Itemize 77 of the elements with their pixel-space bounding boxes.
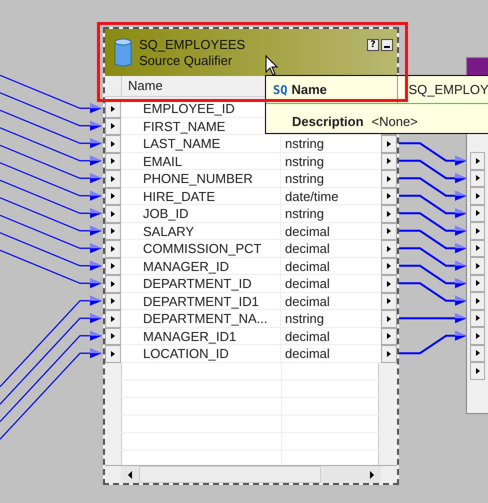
port-button[interactable]	[470, 327, 485, 344]
datatype-cell: decimal	[281, 222, 381, 240]
port-button[interactable]	[381, 258, 397, 275]
horizontal-scrollbar[interactable]	[121, 465, 381, 483]
field-name-cell: EMAIL	[121, 152, 281, 170]
sq-icon: SQ	[266, 82, 292, 96]
port-button[interactable]	[105, 345, 121, 362]
datatype-cell: decimal	[281, 275, 381, 292]
port-button[interactable]	[105, 240, 121, 258]
port-button[interactable]	[381, 170, 397, 188]
port-button[interactable]	[470, 240, 485, 257]
help-button[interactable]: ?	[367, 39, 379, 51]
transformation-title: SQ_EMPLOYEES	[139, 36, 246, 52]
port-button[interactable]	[381, 292, 397, 310]
port-button[interactable]	[105, 152, 121, 170]
datatype-cell: nstring	[281, 310, 381, 328]
port-button[interactable]	[381, 222, 397, 240]
port-button[interactable]	[105, 258, 121, 275]
port-button[interactable]	[470, 152, 485, 170]
field-name-cell: JOB_ID	[121, 205, 281, 222]
name-value: SQ_EMPLOY	[407, 82, 488, 97]
port-button[interactable]	[105, 135, 121, 152]
port-button[interactable]	[381, 135, 397, 152]
port-button[interactable]	[470, 170, 485, 187]
port-button[interactable]	[470, 344, 485, 362]
port-button[interactable]	[381, 328, 397, 345]
port-button[interactable]	[381, 275, 397, 292]
datatype-cell: decimal	[281, 258, 381, 275]
port-button[interactable]	[105, 118, 121, 135]
field-name-cell: MANAGER_ID	[121, 258, 281, 275]
field-name-cell: HIRE_DATE	[121, 188, 281, 205]
port-button[interactable]	[470, 292, 485, 310]
port-button[interactable]	[105, 310, 121, 328]
field-name-cell: MANAGER_ID1	[121, 328, 281, 345]
minimize-button[interactable]	[381, 39, 393, 51]
field-name-cell: DEPARTMENT_NA...	[121, 310, 281, 328]
datatype-cell: decimal	[281, 328, 381, 345]
datatype-cell: nstring	[281, 170, 381, 188]
datatype-cell: decimal	[281, 345, 381, 362]
description-label: Description	[292, 114, 364, 128]
port-button[interactable]	[105, 205, 121, 222]
port-button[interactable]	[381, 345, 397, 362]
datatype-cell: decimal	[281, 292, 381, 310]
port-button[interactable]	[381, 310, 397, 328]
port-button[interactable]	[470, 310, 485, 327]
field-name-cell: COMMISSION_PCT	[121, 240, 281, 258]
port-button[interactable]	[105, 188, 121, 205]
port-button[interactable]	[105, 275, 121, 292]
field-name-cell: SALARY	[121, 222, 281, 240]
port-button[interactable]	[470, 204, 485, 222]
transformation-type: Source Qualifier	[139, 52, 232, 68]
field-name-cell: LOCATION_ID	[121, 345, 281, 362]
datatype-cell: nstring	[281, 152, 381, 170]
port-button[interactable]	[381, 188, 397, 205]
field-name-cell: LAST_NAME	[121, 135, 281, 152]
datatype-cell: decimal	[281, 240, 381, 258]
port-button[interactable]	[381, 240, 397, 258]
field-name-cell: PHONE_NUMBER	[121, 170, 281, 188]
field-name-cell: DEPARTMENT_ID1	[121, 292, 281, 310]
datatype-cell: date/time	[281, 188, 381, 205]
port-button[interactable]	[470, 274, 485, 292]
port-button[interactable]	[105, 292, 121, 310]
port-button[interactable]	[470, 222, 485, 240]
port-button[interactable]	[105, 222, 121, 240]
port-button[interactable]	[470, 362, 485, 380]
port-button[interactable]	[381, 152, 397, 170]
field-name-cell: DEPARTMENT_ID	[121, 275, 281, 292]
port-button[interactable]	[105, 170, 121, 188]
datatype-cell: nstring	[281, 135, 381, 152]
port-button[interactable]	[381, 205, 397, 222]
database-icon	[113, 38, 133, 68]
port-button[interactable]	[470, 257, 485, 274]
name-label: Name	[291, 76, 398, 103]
datatype-cell: nstring	[281, 205, 381, 222]
description-value: <None>	[372, 114, 418, 128]
port-button[interactable]	[105, 328, 121, 345]
port-button[interactable]	[470, 187, 485, 204]
